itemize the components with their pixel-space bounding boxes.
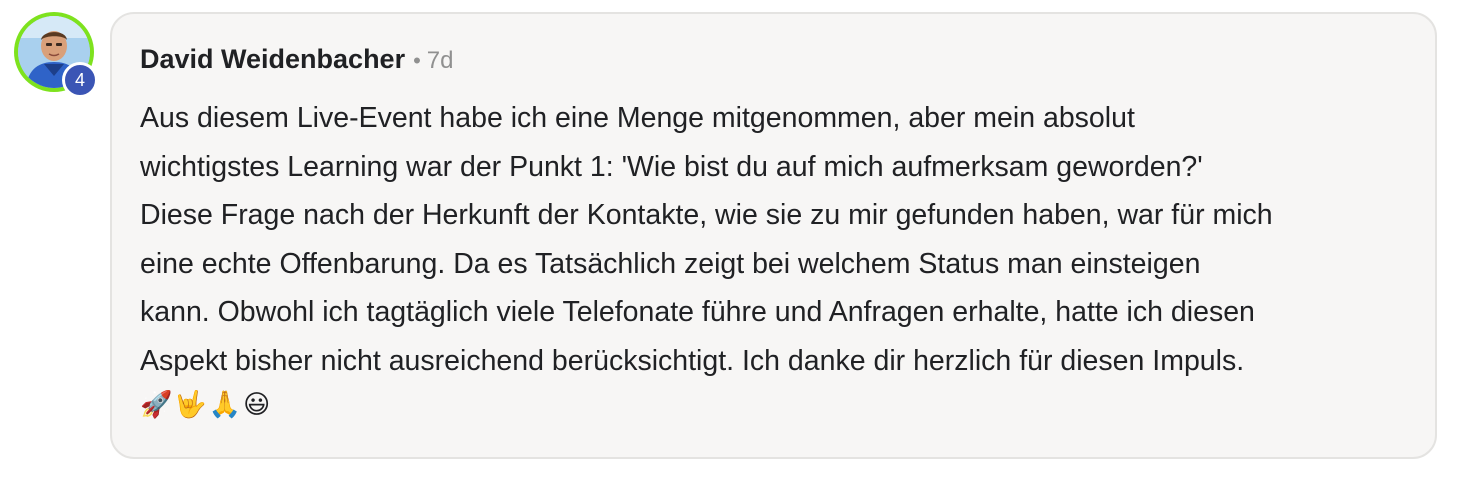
comment-header: David Weidenbacher • 7d [140, 44, 454, 75]
folded-hands-emoji: 🙏 [208, 389, 242, 419]
comment-body: Aus diesem Live-Event habe ich eine Meng… [140, 94, 1420, 385]
love-you-gesture-emoji: 🤟 [174, 389, 207, 419]
meta-separator: • [413, 48, 421, 73]
comment-body-line: kann. Obwohl ich tagtäglich viele Telefo… [140, 296, 1255, 328]
comment-body-line: Aus diesem Live-Event habe ich eine Meng… [140, 102, 1135, 134]
author-avatar-container[interactable]: 4 [14, 12, 98, 98]
grinning-face-emoji: 😃 [243, 389, 271, 419]
comment-body-line: wichtigstes Learning war der Punkt 1: 'W… [140, 150, 1203, 183]
comment-card: David Weidenbacher • 7d Aus diesem Live-… [110, 12, 1437, 459]
author-name[interactable]: David Weidenbacher [140, 44, 405, 75]
level-badge: 4 [62, 62, 98, 98]
comment-body-line: Diese Frage nach der Herkunft der Kontak… [140, 199, 1273, 231]
comment-timestamp[interactable]: 7d [427, 47, 454, 75]
rocket-emoji: 🚀 [140, 389, 173, 419]
comment-body-line: Aspekt bisher nicht ausreichend berücksi… [140, 344, 1245, 377]
emoji-row: 🚀 🤟 🙏 😃 [140, 387, 270, 421]
comment-body-line: eine echte Offenbarung. Da es Tatsächlic… [140, 247, 1201, 280]
